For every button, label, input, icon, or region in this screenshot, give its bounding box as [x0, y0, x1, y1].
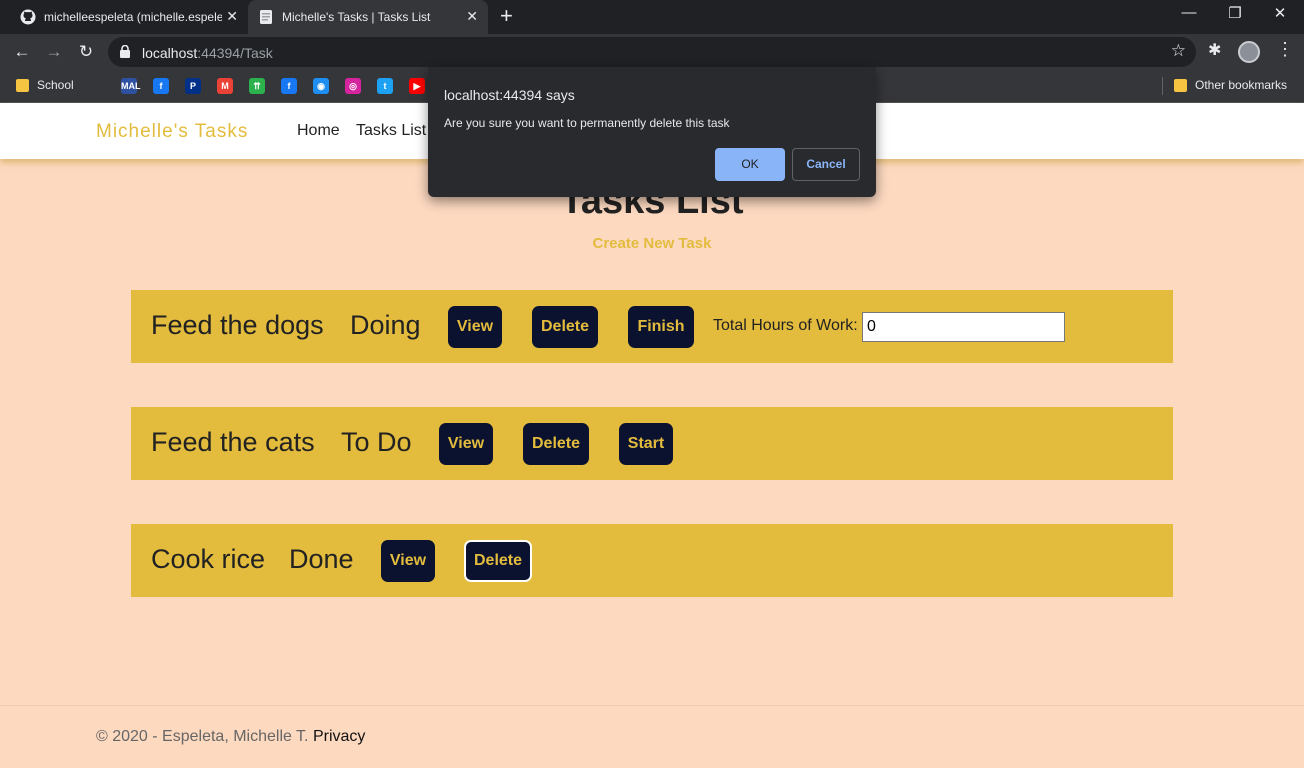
reload-icon[interactable]: ↻ [74, 40, 98, 64]
forward-icon[interactable]: → [42, 40, 66, 64]
close-tab-icon[interactable]: ✕ [226, 8, 238, 25]
tab-strip: michelleespeleta (michelle.espeleta ✕ Mi… [0, 0, 1304, 34]
task-name: Cook rice [151, 544, 266, 574]
view-button[interactable]: View [448, 306, 502, 348]
create-new-task-link: Create New Task [0, 235, 1304, 252]
task-status: Done [289, 544, 354, 574]
footer-divider [0, 705, 1304, 706]
feedly-icon[interactable]: ⇈ [249, 78, 265, 94]
instagram-icon[interactable]: ◎ [345, 78, 361, 94]
hours-label: Total Hours of Work: [713, 317, 858, 334]
gmail-icon[interactable]: M [217, 78, 233, 94]
facebook-icon[interactable]: f [153, 78, 169, 94]
footer-copyright: © 2020 - Espeleta, Michelle T. [96, 728, 309, 745]
nav-link-home[interactable]: Home [297, 122, 340, 140]
view-button[interactable]: View [381, 540, 435, 582]
menu-icon[interactable]: ⋮ [1276, 39, 1294, 60]
nav-link-tasks-list[interactable]: Tasks List [356, 122, 426, 140]
ok-button[interactable]: OK [715, 148, 785, 181]
confirm-dialog: localhost:44394 says Are you sure you wa… [428, 67, 876, 197]
paypal-icon[interactable]: P [185, 78, 201, 94]
footer: © 2020 - Espeleta, Michelle T. Privacy [96, 728, 365, 746]
new-tab-button[interactable]: + [500, 4, 513, 28]
url-host: localhost [142, 45, 198, 61]
youtube-icon[interactable]: ▶ [409, 78, 425, 94]
profile-avatar[interactable] [1238, 41, 1260, 63]
task-status: Doing [350, 310, 421, 340]
task-card: Feed the cats To Do View Delete Start [131, 407, 1173, 480]
bookmark-folder-other[interactable]: Other bookmarks [1174, 78, 1287, 92]
messenger-icon[interactable]: ◉ [313, 78, 329, 94]
delete-button[interactable]: Delete [523, 423, 589, 465]
privacy-link[interactable]: Privacy [313, 728, 365, 745]
address-bar[interactable]: localhost:44394/Task ☆ [108, 37, 1196, 67]
lock-icon [120, 45, 130, 58]
tab-github[interactable]: michelleespeleta (michelle.espeleta ✕ [10, 0, 248, 34]
minimize-icon[interactable]: — [1169, 4, 1209, 21]
dialog-title: localhost:44394 says [444, 87, 575, 103]
hours-input[interactable] [862, 312, 1065, 342]
task-card: Feed the dogs Doing View Delete Finish T… [131, 290, 1173, 363]
view-button[interactable]: View [439, 423, 493, 465]
bookmark-folder-school[interactable]: School [16, 78, 74, 92]
bookmarks-separator [1162, 77, 1163, 95]
cancel-button[interactable]: Cancel [792, 148, 860, 181]
create-new-task-link-text[interactable]: Create New Task [593, 235, 712, 252]
task-card: Cook rice Done View Delete [131, 524, 1173, 597]
task-name: Feed the cats [151, 427, 315, 457]
delete-button[interactable]: Delete [464, 540, 532, 582]
extensions-icon[interactable]: ✱ [1208, 40, 1221, 60]
restore-icon[interactable]: ❐ [1215, 4, 1255, 22]
bookmark-star-icon[interactable]: ☆ [1171, 41, 1186, 61]
folder-icon [1174, 78, 1187, 92]
back-icon[interactable]: ← [10, 40, 34, 64]
github-icon [20, 9, 36, 25]
mal-icon[interactable]: MAL [121, 78, 141, 94]
url-path: :44394/Task [197, 45, 273, 61]
site-brand[interactable]: Michelle's Tasks [96, 121, 248, 143]
url-text: localhost:44394/Task [142, 45, 273, 61]
bookmark-label: Other bookmarks [1195, 78, 1288, 92]
close-window-icon[interactable]: ✕ [1260, 4, 1300, 22]
task-name: Feed the dogs [151, 310, 324, 340]
tab-tasks-list[interactable]: Michelle's Tasks | Tasks List ✕ [248, 0, 488, 34]
browser-toolbar: ← → ↻ localhost:44394/Task ☆ [0, 34, 1304, 70]
finish-button[interactable]: Finish [628, 306, 694, 348]
tab-title: Michelle's Tasks | Tasks List [282, 10, 431, 24]
delete-button[interactable]: Delete [532, 306, 598, 348]
document-icon [260, 10, 272, 24]
task-status: To Do [341, 427, 412, 457]
dialog-message: Are you sure you want to permanently del… [444, 116, 730, 130]
twitter-icon[interactable]: t [377, 78, 393, 94]
facebook-icon-2[interactable]: f [281, 78, 297, 94]
bookmark-label: School [37, 78, 74, 92]
tab-title: michelleespeleta (michelle.espeleta [44, 10, 222, 24]
close-tab-icon[interactable]: ✕ [466, 8, 478, 25]
folder-icon [16, 78, 29, 92]
start-button[interactable]: Start [619, 423, 673, 465]
